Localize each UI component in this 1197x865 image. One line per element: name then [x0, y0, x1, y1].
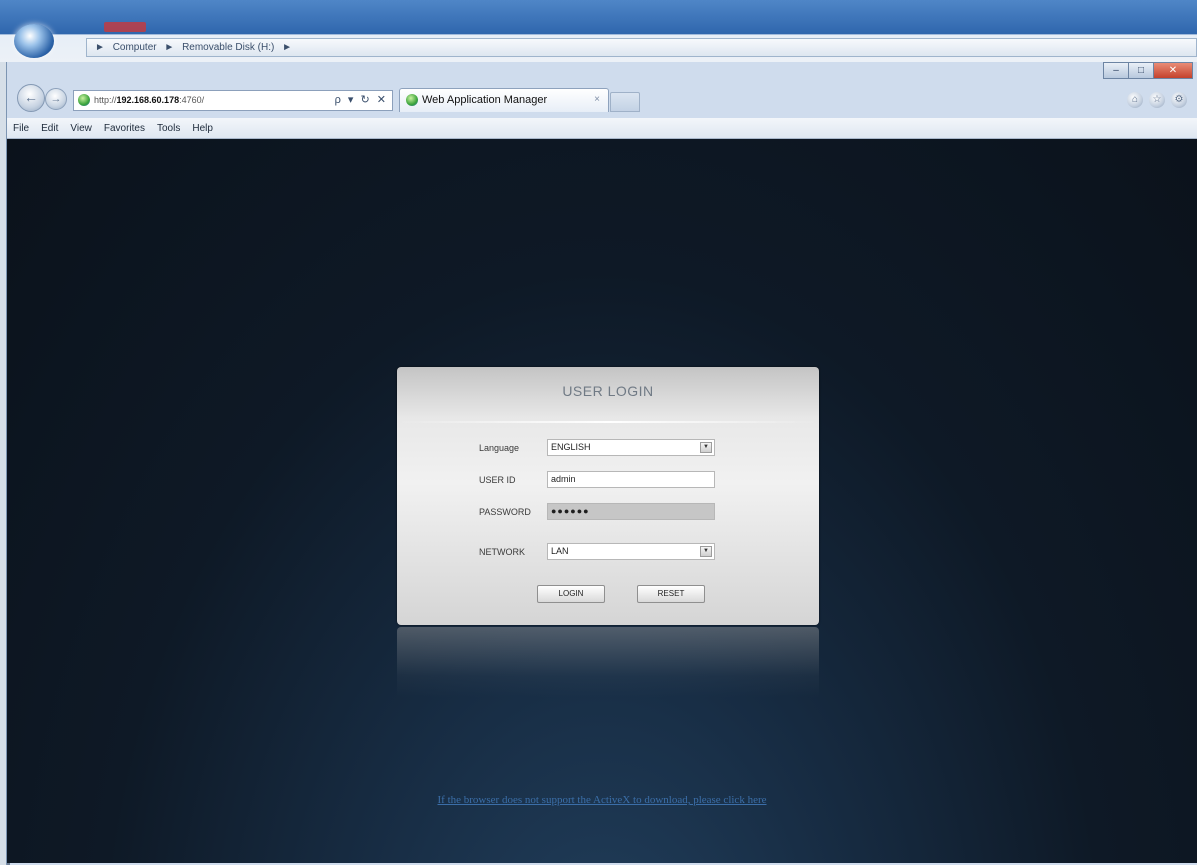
menu-help[interactable]: Help	[192, 123, 213, 134]
page-viewport: USER LOGIN Language ENGLISH ▼ USER ID ad…	[7, 139, 1197, 863]
screen: ► Computer ► Removable Disk (H:) ► – □ ✕…	[0, 0, 1197, 865]
activex-download-link[interactable]: If the browser does not support the Acti…	[7, 794, 1197, 806]
explorer-tag	[104, 22, 146, 32]
menu-view[interactable]: View	[70, 123, 92, 134]
maximize-button[interactable]: □	[1128, 62, 1154, 79]
crumb-removable-disk[interactable]: Removable Disk (H:)	[182, 42, 274, 53]
language-select[interactable]: ENGLISH ▼	[547, 439, 715, 456]
toolbar-icons: ⌂ ☆ ⚙	[1127, 92, 1187, 108]
login-button[interactable]: LOGIN	[537, 585, 605, 603]
menu-favorites[interactable]: Favorites	[104, 123, 145, 134]
url-rest: :4760/	[179, 95, 205, 105]
userid-input[interactable]: admin	[547, 471, 715, 488]
tab-web-application-manager[interactable]: Web Application Manager ×	[399, 88, 609, 112]
arrow-right-icon: →	[50, 93, 62, 105]
password-input[interactable]: ●●●●●●	[547, 503, 715, 520]
window-controls: – □ ✕	[1103, 62, 1193, 80]
ie-page-icon	[78, 94, 90, 106]
address-tools[interactable]: ρ ▾ ↻ ✕	[335, 91, 388, 110]
new-tab-button[interactable]	[610, 92, 640, 112]
explorer-breadcrumb[interactable]: ► Computer ► Removable Disk (H:) ►	[86, 38, 1197, 57]
forward-button[interactable]: →	[45, 88, 67, 110]
back-button[interactable]: ←	[17, 84, 45, 112]
network-select[interactable]: LAN ▼	[547, 543, 715, 560]
tab-title: Web Application Manager	[422, 94, 548, 106]
gear-icon[interactable]: ⚙	[1171, 92, 1187, 108]
chevron-down-icon[interactable]: ▼	[700, 546, 712, 557]
network-value: LAN	[551, 546, 569, 556]
menu-tools[interactable]: Tools	[157, 123, 180, 134]
password-label: PASSWORD	[479, 507, 531, 517]
crumb-computer[interactable]: Computer	[113, 42, 157, 53]
reset-button[interactable]: RESET	[637, 585, 705, 603]
navigation-bar: ← → http://192.168.60.178:4760/ ρ ▾ ↻ ✕ …	[7, 80, 1197, 114]
arrow-left-icon: ←	[24, 89, 38, 105]
menu-bar: File Edit View Favorites Tools Help	[7, 118, 1197, 139]
close-window-button[interactable]: ✕	[1153, 62, 1193, 79]
address-bar[interactable]: http://192.168.60.178:4760/ ρ ▾ ↻ ✕	[73, 90, 393, 111]
panel-reflection	[397, 627, 819, 697]
title-divider	[397, 421, 819, 423]
tab-close-icon[interactable]: ×	[594, 89, 600, 111]
url-prefix: http://	[94, 95, 117, 105]
menu-file[interactable]: File	[13, 123, 29, 134]
language-value: ENGLISH	[551, 442, 591, 452]
login-title: USER LOGIN	[562, 383, 654, 399]
crumb-separator: ►	[95, 42, 105, 53]
login-panel: USER LOGIN Language ENGLISH ▼ USER ID ad…	[397, 367, 819, 625]
browser-window: – □ ✕ ← → http://192.168.60.178:4760/ ρ …	[6, 62, 1197, 865]
network-label: NETWORK	[479, 547, 525, 557]
crumb-separator: ►	[282, 42, 292, 53]
explorer-titlebar: ► Computer ► Removable Disk (H:) ►	[0, 0, 1197, 62]
url-host: 192.168.60.178	[116, 95, 180, 105]
home-icon[interactable]: ⌂	[1127, 92, 1143, 108]
language-label: Language	[479, 443, 520, 453]
star-icon[interactable]: ☆	[1149, 92, 1165, 108]
minimize-button[interactable]: –	[1103, 62, 1129, 79]
chevron-down-icon[interactable]: ▼	[700, 442, 712, 453]
menu-edit[interactable]: Edit	[41, 123, 58, 134]
ie-page-icon	[406, 94, 418, 106]
start-orb-icon[interactable]	[14, 24, 54, 58]
crumb-separator: ►	[164, 42, 175, 53]
userid-label: USER ID	[479, 475, 516, 485]
